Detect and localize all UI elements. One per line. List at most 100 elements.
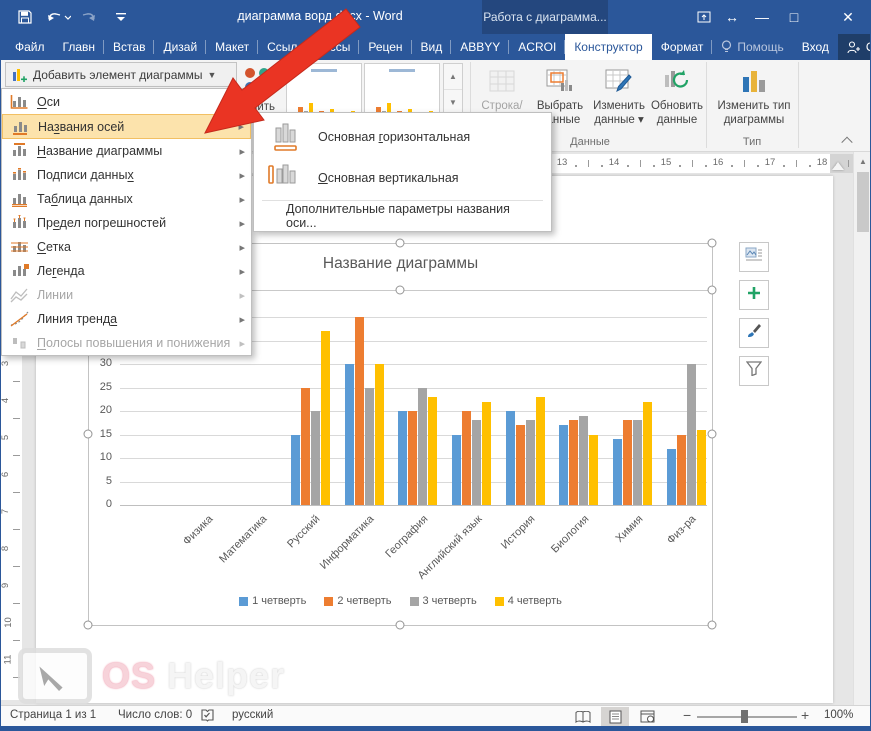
submenu-item-primary-horizontal[interactable]: Основная горизонтальная	[254, 116, 551, 157]
selection-handle[interactable]	[396, 239, 405, 248]
collapse-ribbon-icon[interactable]	[843, 134, 859, 146]
menu-item-data-table[interactable]: Таблица данных▸	[2, 187, 251, 211]
bar-2-четверть-4[interactable]	[408, 411, 417, 505]
bar-1-четверть-5[interactable]	[452, 435, 461, 506]
bar-1-четверть-9[interactable]	[667, 449, 676, 505]
selection-handle[interactable]	[708, 239, 717, 248]
scroll-up-icon[interactable]: ▲	[856, 154, 870, 169]
submenu-item-more-axis-title-options[interactable]: Дополнительные параметры названия оси...	[254, 203, 551, 228]
bar-2-четверть-8[interactable]	[623, 420, 632, 505]
tab-рассы[interactable]: Рассы	[306, 34, 359, 60]
bar-3-четверть-7[interactable]	[579, 416, 588, 505]
tab-рецен[interactable]: Рецен	[359, 34, 411, 60]
maximize-button[interactable]: □	[778, 0, 810, 34]
proofing-icon[interactable]	[200, 708, 215, 726]
close-button[interactable]: ✕	[832, 0, 864, 34]
bar-4-четверть-3[interactable]	[375, 364, 384, 505]
bar-3-четверть-6[interactable]	[526, 420, 535, 505]
chart-elements-button[interactable]	[739, 280, 769, 310]
bar-2-четверть-5[interactable]	[462, 411, 471, 505]
bar-1-четверть-4[interactable]	[398, 411, 407, 505]
bar-1-четверть-3[interactable]	[345, 364, 354, 505]
menu-item-data-labels[interactable]: Подписи данных▸	[2, 163, 251, 187]
bar-4-четверть-6[interactable]	[536, 397, 545, 505]
undo-button[interactable]	[46, 8, 72, 26]
web-layout-icon[interactable]	[633, 707, 661, 726]
chart-legend[interactable]: 1 четверть 2 четверть 3 четверть 4 четверть	[88, 595, 713, 607]
zoom-out-button[interactable]: −	[683, 707, 691, 723]
bar-4-четверть-8[interactable]	[643, 402, 652, 505]
tab-главн[interactable]: Главн	[54, 34, 105, 60]
layout-options-button[interactable]	[739, 242, 769, 272]
tab-acroi[interactable]: ACROI	[509, 34, 565, 60]
resize-arrows-icon[interactable]: ↔	[716, 0, 748, 34]
bar-3-четверть-9[interactable]	[687, 364, 696, 505]
bar-2-четверть-6[interactable]	[516, 425, 525, 505]
bar-2-четверть-3[interactable]	[355, 317, 364, 505]
tab-ссыл[interactable]: Ссыл	[258, 34, 306, 60]
menu-item-chart-title[interactable]: Название диаграммы▸	[2, 139, 251, 163]
bar-4-четверть-9[interactable]	[697, 430, 706, 505]
bar-1-четверть-7[interactable]	[559, 425, 568, 505]
scrollbar-thumb[interactable]	[857, 172, 869, 232]
bar-1-четверть-6[interactable]	[506, 411, 515, 505]
selection-handle[interactable]	[708, 621, 717, 630]
bar-1-четверть-8[interactable]	[613, 439, 622, 505]
menu-item-error-bars[interactable]: Предел погрешностей▸	[2, 211, 251, 235]
bar-3-четверть-2[interactable]	[311, 411, 320, 505]
tab-макет[interactable]: Макет	[206, 34, 258, 60]
tab-файл[interactable]: Файл	[6, 34, 54, 60]
zoom-in-button[interactable]: +	[801, 707, 809, 723]
submenu-item-primary-vertical[interactable]: Основная вертикальная	[254, 157, 551, 198]
bar-1-четверть-2[interactable]	[291, 435, 300, 506]
tab-помощь[interactable]: Помощь	[712, 34, 792, 60]
bar-4-четверть-5[interactable]	[482, 402, 491, 505]
minimize-button[interactable]: —	[746, 0, 778, 34]
bar-3-четверть-8[interactable]	[633, 420, 642, 505]
tab-встав[interactable]: Встав	[104, 34, 154, 60]
tab-вход[interactable]: Вход	[793, 34, 838, 60]
bar-3-четверть-3[interactable]	[365, 388, 374, 506]
bar-4-четверть-7[interactable]	[589, 435, 598, 506]
bar-4-четверть-2[interactable]	[321, 331, 330, 505]
legend-item[interactable]: 2 четверть	[324, 595, 391, 607]
bar-3-четверть-5[interactable]	[472, 420, 481, 505]
gallery-scroll-up-icon[interactable]: ▲	[444, 64, 462, 90]
selection-handle[interactable]	[708, 430, 717, 439]
bar-2-четверть-7[interactable]	[569, 420, 578, 505]
legend-item[interactable]: 3 четверть	[410, 595, 477, 607]
quick-access-customize-icon[interactable]	[112, 8, 130, 26]
language-indicator[interactable]: русский	[232, 709, 273, 721]
legend-item[interactable]: 4 четверть	[495, 595, 562, 607]
chart-styles-button[interactable]	[739, 318, 769, 348]
menu-item-legend[interactable]: Легенда▸	[2, 259, 251, 283]
read-mode-icon[interactable]	[569, 707, 597, 726]
add-chart-element-button[interactable]: Добавить элемент диаграммы ▼	[5, 62, 237, 87]
menu-item-gridlines[interactable]: Сетка▸	[2, 235, 251, 259]
selection-handle[interactable]	[84, 621, 93, 630]
redo-icon[interactable]	[80, 8, 98, 26]
indent-marker-icon[interactable]	[832, 162, 844, 170]
vertical-scrollbar[interactable]: ▲	[853, 152, 871, 706]
tab-общий доступ[interactable]: Общий доступ	[838, 34, 871, 60]
print-layout-icon[interactable]	[601, 707, 629, 726]
tab-вид[interactable]: Вид	[412, 34, 452, 60]
menu-item-axis-titles[interactable]: Названия осей▸	[2, 114, 251, 139]
page-indicator[interactable]: Страница 1 из 1	[10, 709, 96, 721]
selection-handle[interactable]	[396, 621, 405, 630]
legend-item[interactable]: 1 четверть	[239, 595, 306, 607]
save-icon[interactable]	[16, 8, 34, 26]
zoom-level[interactable]: 100%	[824, 709, 853, 721]
bar-2-четверть-2[interactable]	[301, 388, 310, 506]
tab-формат[interactable]: Формат	[652, 34, 713, 60]
word-count[interactable]: Число слов: 0	[118, 709, 192, 721]
tab-дизай[interactable]: Дизай	[154, 34, 206, 60]
bar-2-четверть-9[interactable]	[677, 435, 686, 506]
selection-handle[interactable]	[708, 286, 717, 295]
selection-handle[interactable]	[84, 430, 93, 439]
chart-filters-button[interactable]	[739, 356, 769, 386]
menu-item-axes[interactable]: Оси▸	[2, 90, 251, 114]
tab-abbyy[interactable]: ABBYY	[451, 34, 509, 60]
tab-конструктор[interactable]: Конструктор	[565, 34, 651, 60]
bar-4-четверть-4[interactable]	[428, 397, 437, 505]
